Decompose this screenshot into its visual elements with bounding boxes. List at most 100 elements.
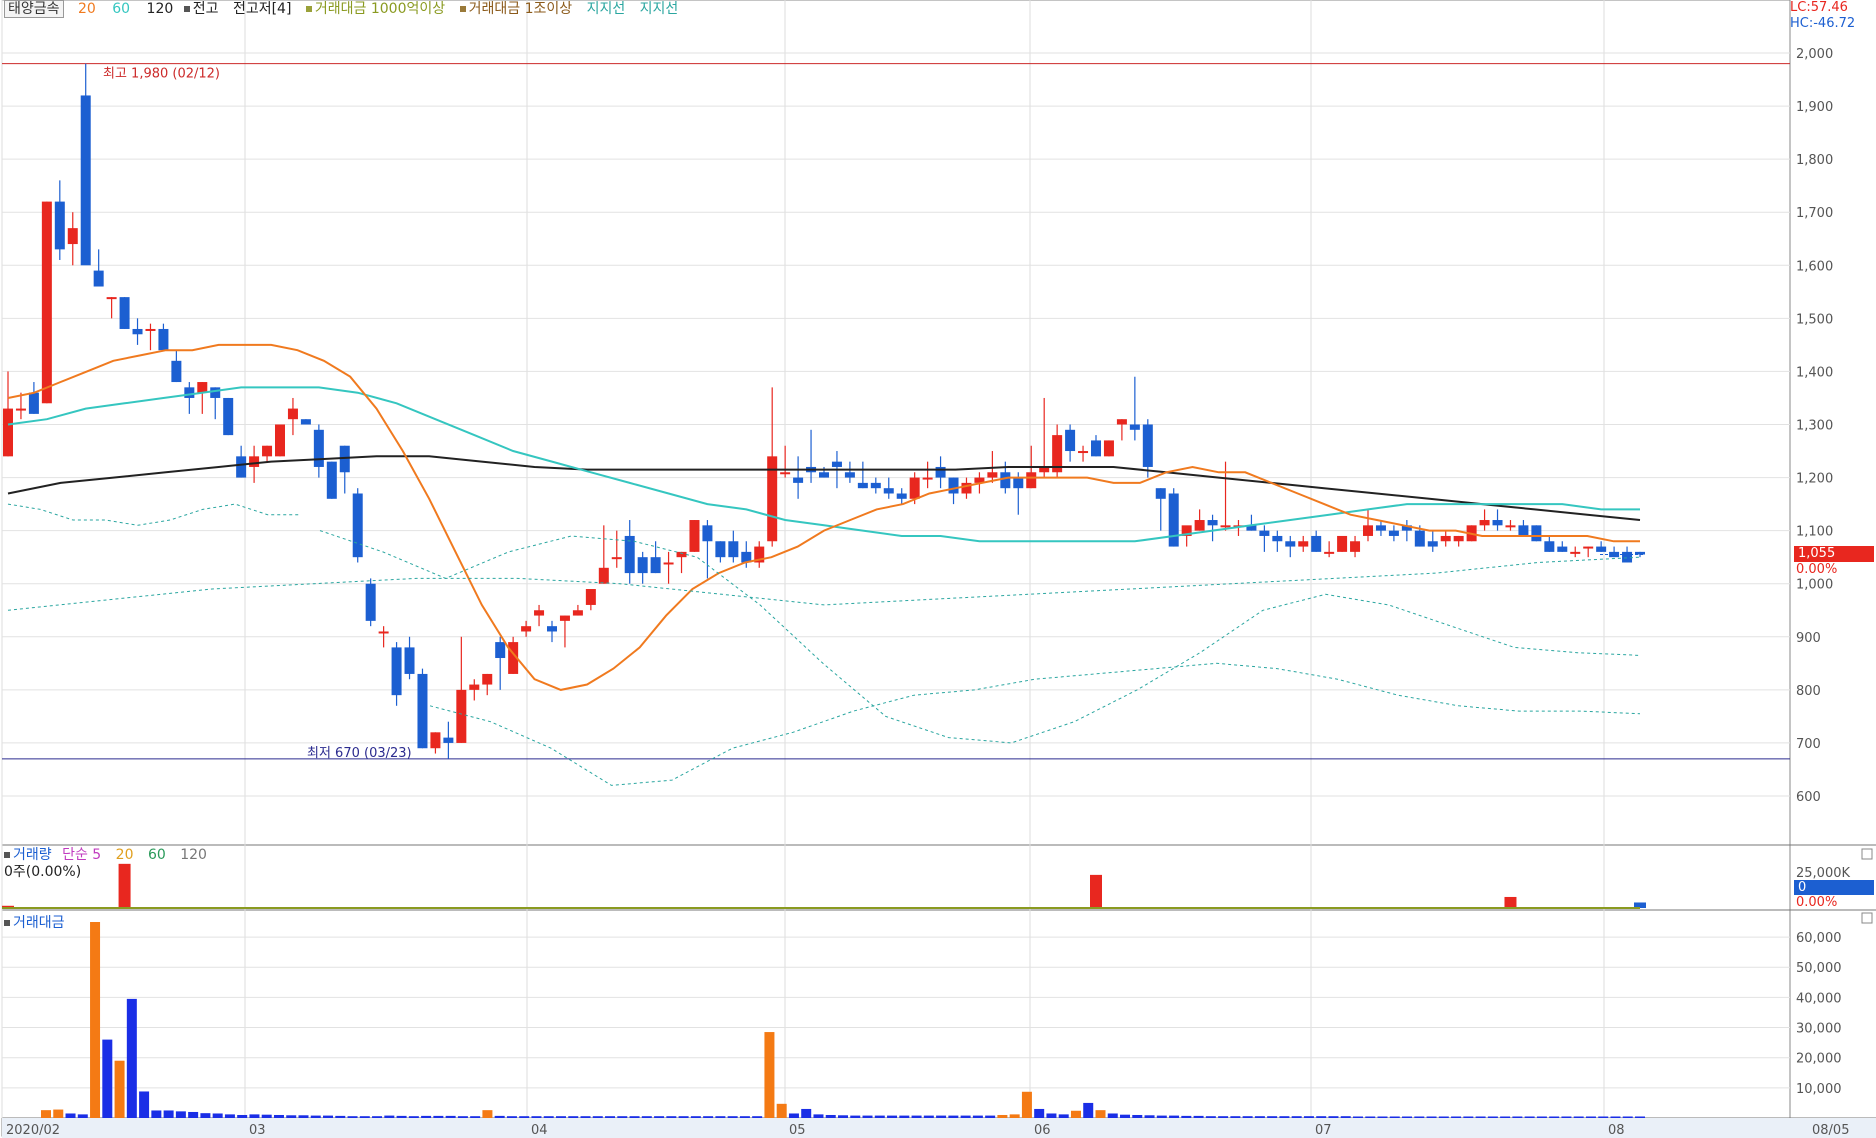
x-tick-label: 07 [1315, 1123, 1332, 1138]
amount-bar [1169, 1115, 1180, 1118]
square-icon [459, 6, 466, 12]
amount-bar [887, 1115, 898, 1118]
bollinger-lower-ma20 [429, 662, 1641, 786]
amount-bar [1083, 1102, 1094, 1118]
candle-body [1531, 525, 1542, 542]
legend-item-support-1: 지지선 [586, 1, 626, 17]
candle-body [844, 472, 855, 478]
candle-body [404, 647, 415, 674]
candle-body [1544, 541, 1555, 552]
amount-bar [1181, 1115, 1192, 1118]
amount-bar [1438, 1116, 1449, 1118]
amount-bar [273, 1114, 284, 1118]
amount-bar [506, 1116, 517, 1118]
y-tick-label: 1,100 [1796, 525, 1833, 540]
plot-frame [1, 0, 1791, 1137]
amount-bar [1414, 1116, 1425, 1118]
amount-bar [1009, 1114, 1020, 1118]
candle-body [28, 392, 39, 414]
square-icon [305, 6, 312, 12]
amount-bar [1058, 1114, 1069, 1118]
current-change: 0.00% [1796, 562, 1838, 577]
amount-bar [1536, 1116, 1547, 1118]
amount-bar [175, 1111, 186, 1118]
amount-bar [384, 1115, 395, 1118]
amount-bar [948, 1115, 959, 1118]
candle-body [352, 493, 363, 558]
candle-body [1479, 520, 1490, 526]
amount-bar [1279, 1116, 1290, 1118]
amount-bar [1377, 1116, 1388, 1118]
amount-bar [1144, 1115, 1155, 1118]
amount-bar [1046, 1113, 1057, 1118]
candle-body [1116, 419, 1127, 425]
amount-bar [1426, 1116, 1437, 1118]
amount-bar [1242, 1116, 1253, 1118]
amount-bar [654, 1116, 665, 1118]
amount-legend: 거래대금 [4, 914, 75, 932]
bollinger-upper-ma60 [7, 503, 300, 526]
candle-body [521, 626, 532, 632]
amount-bar [1267, 1116, 1278, 1118]
amount-bar [617, 1116, 628, 1118]
candle-body [585, 589, 596, 605]
amount-bar [519, 1116, 530, 1118]
lc-value: LC:57.46 [1790, 0, 1848, 15]
x-tick-label: 06 [1034, 1123, 1051, 1138]
candle-body [262, 445, 273, 457]
amount-bar [1132, 1114, 1143, 1118]
amount-bar [1500, 1116, 1511, 1118]
candle-body [378, 631, 389, 634]
y-tick-label: 600 [1796, 790, 1821, 805]
low-marker-label: 최저 670 (03/23) [307, 746, 412, 761]
candle-body [1583, 546, 1594, 549]
candle-body [1272, 535, 1283, 542]
candle-body [1129, 424, 1140, 430]
amount-bar [1303, 1116, 1314, 1118]
amount-bar [421, 1115, 432, 1118]
candle-body [1350, 541, 1361, 552]
amount-bar [1585, 1116, 1596, 1118]
candle-body [391, 647, 402, 696]
amount-bar [1021, 1091, 1032, 1118]
candle-body [145, 328, 156, 331]
candle-body [1311, 535, 1322, 552]
candle-body [1505, 525, 1516, 528]
candle-body [624, 535, 635, 574]
x-tick-label: 03 [249, 1123, 266, 1138]
amount-bar [715, 1116, 726, 1118]
candle-body [1298, 541, 1309, 547]
candle-body [702, 525, 713, 542]
volume-ma20: 20 [115, 847, 134, 863]
amount-bar [911, 1115, 922, 1118]
amount-bar [1254, 1116, 1265, 1118]
candle-body [132, 328, 143, 335]
stock-name-chip[interactable]: 태양금속 [4, 0, 64, 18]
candle-body [1078, 451, 1089, 454]
candle-body [1155, 488, 1166, 499]
candle-body [106, 297, 117, 300]
ma20-line [7, 343, 1640, 691]
amount-bar [163, 1110, 174, 1118]
candle-body [534, 610, 545, 616]
amount-bar [188, 1111, 199, 1118]
amount-bar [298, 1115, 309, 1118]
amount-bar [139, 1091, 150, 1118]
candle-body [1285, 541, 1296, 547]
x-tick-label: 08/05 [1812, 1123, 1849, 1138]
candle-body [948, 477, 959, 494]
candle-body [559, 615, 570, 621]
hc-value: HC:-46.72 [1790, 16, 1856, 31]
amount-bar [985, 1115, 996, 1118]
amount-bar [90, 922, 101, 1118]
amount-bar [1365, 1116, 1376, 1118]
candle-body [1337, 535, 1348, 552]
amount-bar [1451, 1116, 1462, 1118]
volume-axis-max: 25,000K [1796, 866, 1851, 881]
candle-body [443, 737, 454, 743]
amount-bar [1475, 1116, 1486, 1118]
amount-bar [1561, 1116, 1572, 1118]
amount-bar [703, 1116, 714, 1118]
amount-bar [151, 1110, 162, 1118]
amount-bar [641, 1116, 652, 1118]
